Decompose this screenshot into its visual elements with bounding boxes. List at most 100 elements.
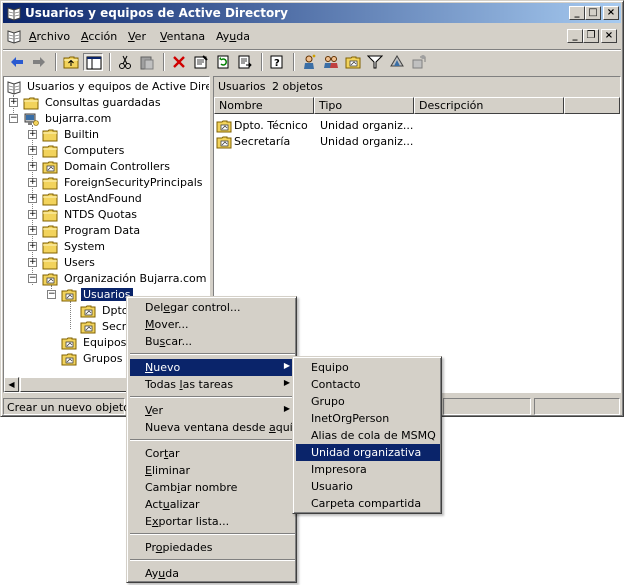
submenu-item-impresora[interactable]: Impresora: [296, 461, 440, 478]
submenu-item-inetorgperson[interactable]: InetOrgPerson: [296, 410, 440, 427]
mmc-menu-icon[interactable]: [6, 28, 22, 44]
menu-item-cortar[interactable]: Cortar: [130, 445, 295, 462]
show-hide-tree-button[interactable]: [83, 53, 103, 71]
submenu-arrow-icon: ▶: [283, 404, 290, 413]
delete-button[interactable]: [169, 53, 189, 71]
expand-icon[interactable]: +: [9, 98, 18, 107]
menu-item-nuevo[interactable]: Nuevo ▶: [130, 359, 295, 376]
tree-item-users[interactable]: + Users: [28, 255, 209, 271]
toolbar-separator: [109, 53, 111, 71]
expand-icon[interactable]: +: [28, 242, 37, 251]
submenu-item-usuario[interactable]: Usuario: [296, 478, 440, 495]
menu-accion[interactable]: Acción: [81, 30, 117, 43]
menu-item-propiedades[interactable]: Propiedades: [130, 539, 295, 556]
folder-icon: [42, 239, 58, 255]
submenu-item-grupo[interactable]: Grupo: [296, 393, 440, 410]
ou-icon: [216, 118, 232, 134]
expand-icon[interactable]: +: [28, 146, 37, 155]
new-group-icon: [324, 56, 338, 68]
submenu-item-unidad-organizativa[interactable]: Unidad organizativa: [296, 444, 440, 461]
mdi-restore-button[interactable]: ❐: [583, 29, 599, 43]
submenu-item-equipo[interactable]: Equipo: [296, 359, 440, 376]
column-header-nombre[interactable]: Nombre: [214, 97, 314, 114]
export-list-button[interactable]: [235, 53, 255, 71]
expand-icon[interactable]: +: [28, 130, 37, 139]
collapse-icon[interactable]: −: [9, 114, 18, 123]
tree-item-lost-and-found[interactable]: + LostAndFound: [28, 191, 209, 207]
menu-ayuda[interactable]: Ayuda: [216, 30, 250, 43]
menu-item-ayuda[interactable]: Ayuda: [130, 565, 295, 582]
tree-item-system[interactable]: + System: [28, 239, 209, 255]
up-level-button[interactable]: [61, 53, 81, 71]
filter-icon: [367, 55, 383, 69]
expand-icon[interactable]: +: [28, 258, 37, 267]
menu-separator: [130, 396, 295, 398]
submenu-item-alias-msmq[interactable]: Alias de cola de MSMQ: [296, 427, 440, 444]
list-item[interactable]: Dpto. Técnico Unidad organiz...: [216, 118, 616, 134]
refresh-icon: [217, 55, 229, 69]
column-header-descripcion[interactable]: Descripción: [414, 97, 564, 114]
tree-item-domain-controllers[interactable]: + Domain Controllers: [28, 159, 209, 175]
new-ou-button[interactable]: [343, 53, 363, 71]
menu-item-cambiar-nombre[interactable]: Cambiar nombre: [130, 479, 295, 496]
expand-icon[interactable]: +: [28, 194, 37, 203]
refresh-button[interactable]: [213, 53, 233, 71]
toolbar-separator: [261, 53, 263, 71]
tree-item-organizacion[interactable]: − Organización Bujarra.com: [28, 271, 209, 287]
menu-item-eliminar[interactable]: Eliminar: [130, 462, 295, 479]
menu-item-ver[interactable]: Ver ▶: [130, 402, 295, 419]
paste-button[interactable]: [137, 53, 157, 71]
maximize-button[interactable]: □: [585, 6, 601, 20]
minimize-button[interactable]: _: [569, 6, 585, 20]
scroll-left-button[interactable]: ◀: [4, 377, 19, 392]
expand-icon[interactable]: +: [28, 226, 37, 235]
column-header-tipo[interactable]: Tipo: [314, 97, 414, 114]
expand-icon[interactable]: +: [28, 210, 37, 219]
tree-root[interactable]: Usuarios y equipos de Active Directory: [6, 79, 209, 95]
cut-button[interactable]: [115, 53, 135, 71]
submenu-item-contacto[interactable]: Contacto: [296, 376, 440, 393]
tree-item-builtin[interactable]: + Builtin: [28, 127, 209, 143]
list-item[interactable]: Secretaría Unidad organiz...: [216, 134, 616, 150]
close-button[interactable]: ×: [603, 6, 619, 20]
tree-item-label: Builtin: [64, 128, 99, 141]
tree-item-ntds-quotas[interactable]: + NTDS Quotas: [28, 207, 209, 223]
expand-icon[interactable]: +: [28, 162, 37, 171]
tree-item-label: bujarra.com: [45, 112, 112, 125]
mdi-minimize-button[interactable]: _: [567, 29, 583, 43]
collapse-icon[interactable]: −: [47, 290, 56, 299]
main-window: Usuarios y equipos de Active Directory _…: [0, 0, 624, 417]
tree-item-domain[interactable]: − bujarra.com: [9, 111, 209, 127]
tree-item-consultas-guardadas[interactable]: + Consultas guardadas: [9, 95, 209, 111]
menu-item-buscar[interactable]: Buscar...: [130, 333, 295, 350]
menu-item-actualizar[interactable]: Actualizar: [130, 496, 295, 513]
expand-icon[interactable]: +: [28, 178, 37, 187]
menu-item-delegar-control[interactable]: Delegar control...: [130, 299, 295, 316]
toolbar-separator: [55, 53, 57, 71]
menu-ventana[interactable]: Ventana: [160, 30, 205, 43]
find-button[interactable]: [387, 53, 407, 71]
new-group-button[interactable]: [321, 53, 341, 71]
back-button[interactable]: [7, 53, 27, 71]
tree-item-computers[interactable]: + Computers: [28, 143, 209, 159]
tree-item-program-data[interactable]: + Program Data: [28, 223, 209, 239]
mdi-close-button[interactable]: ×: [601, 29, 617, 43]
filter-button[interactable]: [365, 53, 385, 71]
menu-archivo[interactable]: Archivo: [29, 30, 70, 43]
add-to-group-button[interactable]: [409, 53, 429, 71]
tree-item-foreign-security-principals[interactable]: + ForeignSecurityPrincipals: [28, 175, 209, 191]
properties-button[interactable]: [191, 53, 211, 71]
collapse-icon[interactable]: −: [28, 274, 37, 283]
title-bar[interactable]: Usuarios y equipos de Active Directory _…: [3, 3, 621, 23]
menu-item-nueva-ventana[interactable]: Nueva ventana desde aquí: [130, 419, 295, 436]
menu-ver[interactable]: Ver: [128, 30, 146, 43]
scroll-thumb[interactable]: [20, 377, 130, 392]
export-icon: [238, 55, 252, 69]
menu-item-mover[interactable]: Mover...: [130, 316, 295, 333]
menu-item-exportar-lista[interactable]: Exportar lista...: [130, 513, 295, 530]
help-button[interactable]: ?: [267, 53, 287, 71]
new-user-button[interactable]: [299, 53, 319, 71]
menu-item-todas-las-tareas[interactable]: Todas las tareas ▶: [130, 376, 295, 393]
submenu-item-carpeta-compartida[interactable]: Carpeta compartida: [296, 495, 440, 512]
forward-button[interactable]: [29, 53, 49, 71]
